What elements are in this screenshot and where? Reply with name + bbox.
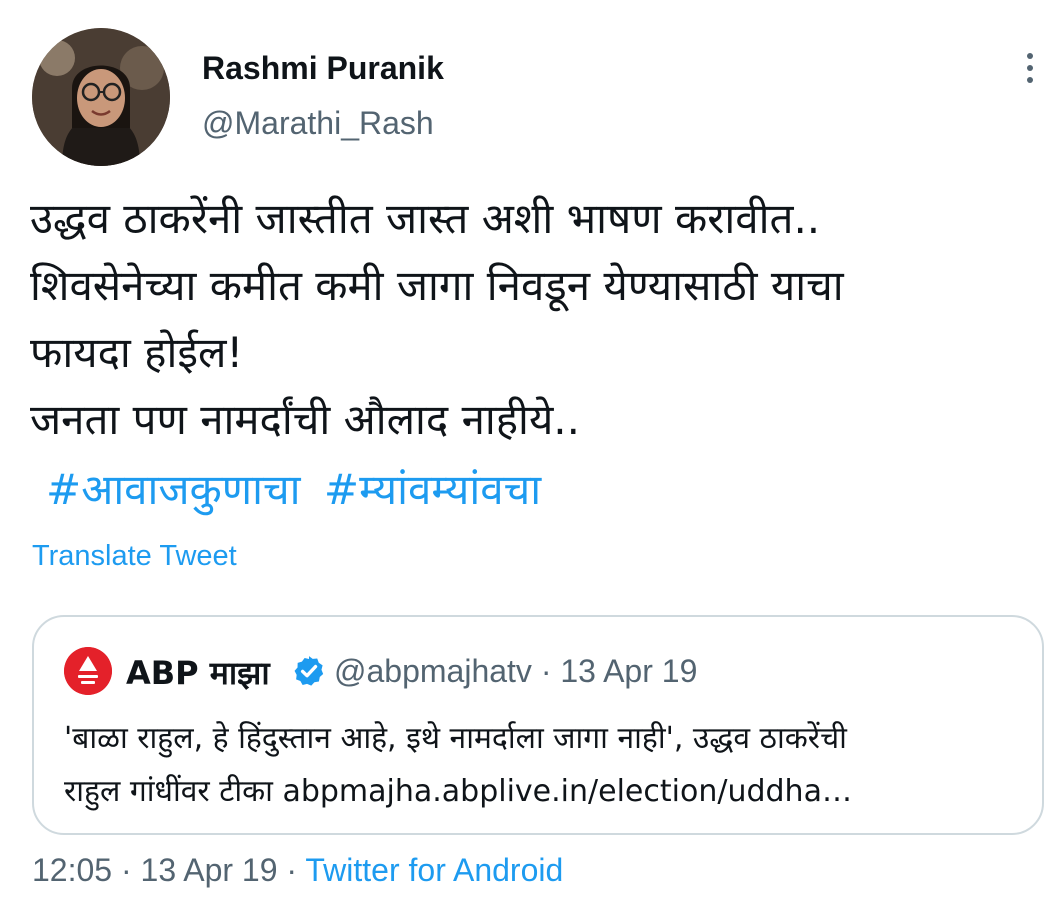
quote-text-line: 'बाळा राहुल, हे हिंदुस्तान आहे, इथे नामर… — [64, 721, 847, 756]
author-handle[interactable]: @Marathi_Rash — [202, 105, 434, 142]
meta-separator: · — [540, 653, 552, 689]
more-options-button[interactable] — [1010, 48, 1044, 88]
quote-text-line: राहुल गांधींवर टीका abpmajha.abplive.in/… — [64, 774, 852, 809]
footer-separator: · — [286, 852, 298, 888]
tweet-time[interactable]: 12:05 — [32, 852, 112, 888]
quote-body: 'बाळा राहुल, हे हिंदुस्तान आहे, इथे नामर… — [64, 712, 1024, 818]
tweet-text-line: शिवसेनेच्या कमीत कमी जागा निवडून येण्यास… — [30, 261, 844, 310]
quote-meta: @abpmajhatv · 13 Apr 19 — [334, 653, 697, 690]
translate-tweet-link[interactable]: Translate Tweet — [32, 540, 237, 573]
tweet-footer: 12:05 · 13 Apr 19 · Twitter for Android — [32, 852, 563, 889]
quote-author-handle[interactable]: @abpmajhatv — [334, 653, 532, 689]
tweet-card: Rashmi Puranik @Marathi_Rash उद्धव ठाकरे… — [0, 0, 1044, 918]
abp-logo-icon — [64, 647, 112, 695]
tweet-text-line: उद्धव ठाकरेंनी जास्तीत जास्त अशी भाषण कर… — [30, 194, 821, 243]
more-dots-icon — [1027, 65, 1033, 71]
more-dots-icon — [1027, 77, 1033, 83]
abp-majha-avatar[interactable] — [64, 647, 112, 695]
user-photo-icon — [32, 28, 170, 166]
tweet-date[interactable]: 13 Apr 19 — [141, 852, 278, 888]
author-display-name[interactable]: Rashmi Puranik — [202, 50, 444, 87]
more-dots-icon — [1027, 53, 1033, 59]
quote-date[interactable]: 13 Apr 19 — [560, 653, 697, 689]
verified-badge-icon — [294, 656, 324, 686]
quote-author-name[interactable]: ABP माझा — [126, 651, 270, 694]
author-avatar[interactable] — [32, 28, 170, 166]
tweet-text-line: फायदा होईल! — [30, 328, 244, 377]
hashtag-link[interactable]: #म्यांवम्यांवचा — [324, 465, 541, 514]
tweet-text-line: जनता पण नामर्दांची औलाद नाहीये.. — [30, 395, 581, 444]
tweet-source-link[interactable]: Twitter for Android — [305, 852, 563, 888]
tweet-body: उद्धव ठाकरेंनी जास्तीत जास्त अशी भाषण कर… — [30, 185, 1030, 453]
footer-separator: · — [120, 852, 132, 888]
hashtag-link[interactable]: #आवाजकुणाचा — [46, 465, 301, 514]
hashtag-row: #आवाजकुणाचा #म्यांवम्यांवचा — [46, 460, 551, 520]
quoted-tweet-card[interactable]: ABP माझा @abpmajhatv · 13 Apr 19 'बाळा र… — [32, 615, 1044, 835]
